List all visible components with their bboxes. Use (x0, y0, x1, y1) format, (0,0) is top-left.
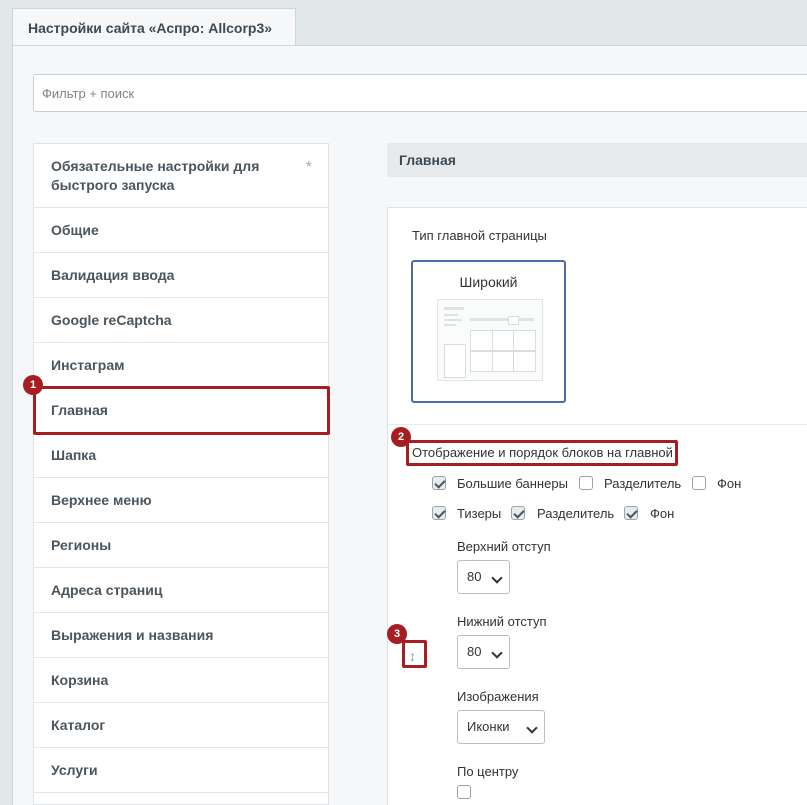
menu-item-general[interactable]: Общие (34, 208, 328, 253)
chevron-down-icon (491, 647, 503, 659)
menu-item-label: Верхнее меню (51, 492, 152, 508)
menu-item-phrases[interactable]: Выражения и названия (34, 613, 328, 658)
banners-divider-label: Разделитель (604, 476, 682, 491)
divider (388, 424, 807, 425)
menu-item-label: Адреса страниц (51, 582, 163, 598)
banners-background-checkbox[interactable] (692, 476, 706, 490)
menu-item-page-urls[interactable]: Адреса страниц (34, 568, 328, 613)
required-star-icon: * (305, 159, 312, 176)
menu-item-quick-start[interactable]: Обязательные настройки для быстрого запу… (34, 144, 328, 208)
center-checkbox[interactable] (457, 785, 471, 799)
menu-item-label: Обязательные настройки для быстрого запу… (51, 157, 260, 193)
teasers-label: Тизеры (457, 506, 502, 521)
teasers-checkbox[interactable] (432, 506, 446, 520)
menu-item-cart[interactable]: Корзина (34, 658, 328, 703)
menu-item-regions[interactable]: Регионы (34, 523, 328, 568)
top-padding-value: 80 (467, 569, 482, 584)
images-label: Изображения (457, 689, 539, 704)
menu-item-label: Шапка (51, 447, 97, 463)
blocks-order-label: Отображение и порядок блоков на главной (412, 445, 673, 460)
menu-item-label: Каталог (51, 717, 106, 733)
menu-item-label: Google reCaptcha (51, 312, 172, 328)
teasers-background-label: Фон (650, 506, 675, 521)
annotation-badge-2: 2 (391, 427, 411, 447)
page-type-card-wide[interactable]: Широкий (411, 260, 566, 403)
top-padding-label: Верхний отступ (457, 539, 551, 554)
menu-item-input-validation[interactable]: Валидация ввода (34, 253, 328, 298)
center-label: По центру (457, 764, 519, 779)
chevron-down-icon (526, 722, 538, 734)
annotation-badge-3: 3 (387, 624, 407, 644)
section-header: Главная (387, 143, 807, 177)
annotation-badge-1: 1 (23, 375, 43, 395)
teasers-background-checkbox[interactable] (624, 506, 638, 520)
bottom-padding-select[interactable]: 80 (457, 635, 510, 669)
settings-menu: Обязательные настройки для быстрого запу… (33, 143, 329, 805)
annotation-highlight-1 (33, 386, 330, 435)
menu-item-label: Валидация ввода (51, 267, 175, 283)
menu-item-header[interactable]: Шапка (34, 433, 328, 478)
menu-item-label: Выражения и названия (51, 627, 214, 643)
menu-item-services[interactable]: Услуги (34, 748, 328, 793)
images-value: Иконки (467, 719, 510, 734)
teasers-divider-checkbox[interactable] (511, 506, 525, 520)
bottom-padding-value: 80 (467, 644, 482, 659)
banners-divider-checkbox[interactable] (579, 476, 593, 490)
menu-item-label: Услуги (51, 762, 98, 778)
page-type-label: Тип главной страницы (412, 228, 547, 243)
big-banners-checkbox[interactable] (432, 476, 446, 490)
menu-item-catalog[interactable]: Каталог (34, 703, 328, 748)
page-type-card-title: Широкий (459, 274, 518, 290)
menu-item-label: Инстаграм (51, 357, 125, 373)
bottom-padding-label: Нижний отступ (457, 614, 547, 629)
menu-item-label: Корзина (51, 672, 109, 688)
section-title: Главная (399, 152, 456, 168)
page-type-preview (437, 299, 543, 381)
up-down-arrow-icon[interactable]: ↕ (409, 648, 416, 664)
teasers-divider-label: Разделитель (537, 506, 615, 521)
top-padding-select[interactable]: 80 (457, 560, 510, 594)
menu-item-instagram[interactable]: Инстаграм (34, 343, 328, 388)
menu-item-label: Регионы (51, 537, 112, 553)
chevron-down-icon (491, 572, 503, 584)
big-banners-label: Большие баннеры (457, 476, 568, 491)
menu-item-top-menu[interactable]: Верхнее меню (34, 478, 328, 523)
menu-item-label: Общие (51, 222, 99, 238)
filter-placeholder: Фильтр + поиск (42, 86, 135, 101)
menu-item-recaptcha[interactable]: Google reCaptcha (34, 298, 328, 343)
filter-search-input[interactable]: Фильтр + поиск (33, 74, 807, 112)
menu-item-next[interactable] (34, 793, 328, 804)
banners-background-label: Фон (717, 476, 742, 491)
images-select[interactable]: Иконки (457, 710, 545, 744)
settings-tab[interactable]: Настройки сайта «Аспро: Allcorp3» (s1) (12, 8, 296, 74)
